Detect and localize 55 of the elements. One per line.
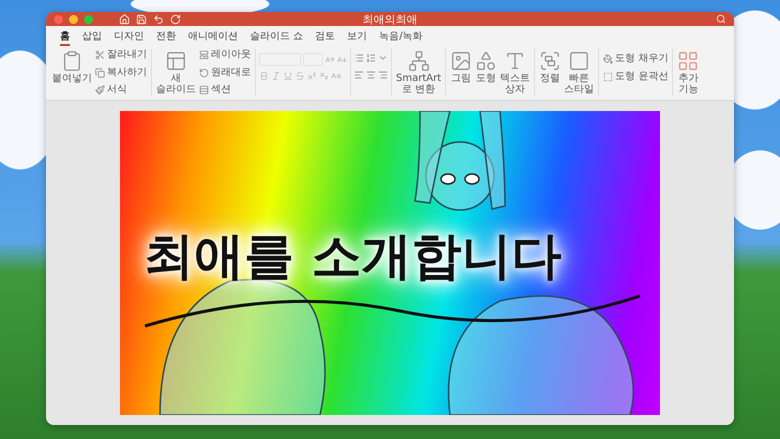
ribbon-button[interactable]: 잘라내기 (94, 49, 148, 61)
redo-icon[interactable] (170, 14, 181, 24)
ribbon-tab[interactable]: 전환 (156, 29, 176, 46)
ribbon-button[interactable]: 빠른 스타일 (563, 49, 596, 96)
section-icon (199, 85, 209, 95)
ribbon-button[interactable]: 도형 채우기 (602, 53, 670, 65)
ribbon-button[interactable]: 레이아웃 (198, 49, 252, 61)
grid-icon (677, 50, 700, 72)
undo-icon[interactable] (153, 14, 164, 24)
shapes-icon (475, 50, 498, 72)
ribbon-button[interactable]: 섹션 (198, 84, 252, 96)
ribbon-tab[interactable]: 검토 (315, 29, 336, 46)
minimize-button[interactable] (69, 14, 78, 24)
search-icon[interactable] (716, 14, 726, 24)
copy-icon (95, 68, 105, 78)
slide-icon (165, 50, 187, 72)
ribbon-button[interactable]: 새 슬라이드 (155, 49, 197, 96)
paint-bucket-icon (603, 54, 614, 64)
close-button[interactable] (54, 14, 63, 24)
ribbon-button[interactable]: 그림 (449, 49, 474, 96)
paintbrush-icon (95, 85, 105, 95)
ribbon-tab[interactable]: 녹음/녹화 (379, 29, 423, 46)
bullet-list-icon[interactable] (354, 53, 364, 63)
arrange-icon (539, 50, 562, 72)
ribbon-button[interactable]: 추가 기능 (676, 49, 700, 96)
ribbon-tab[interactable]: 디자인 (114, 29, 144, 46)
ribbon-button[interactable]: 도형 (474, 49, 498, 96)
home-icon[interactable] (119, 14, 130, 24)
scissors-icon (95, 50, 105, 60)
square-icon (568, 50, 590, 72)
ribbon-tab[interactable]: 삽입 (82, 29, 102, 46)
diagram-icon (408, 50, 430, 72)
align-left-icon[interactable] (354, 70, 364, 80)
ribbon-tab[interactable]: 보기 (347, 29, 368, 46)
picture-icon (450, 50, 472, 72)
numbered-list-icon[interactable] (366, 53, 376, 63)
align-center-icon[interactable] (366, 70, 376, 80)
ribbon-button[interactable]: 서식 (94, 84, 148, 96)
ribbon-button[interactable]: 도형 윤곽선 (602, 71, 670, 83)
ribbon-button[interactable]: 원래대로 (198, 66, 252, 78)
ribbon-button[interactable]: SmartArt 로 변환 (395, 49, 442, 96)
dashed-square-icon (603, 72, 614, 82)
align-right-icon[interactable] (378, 70, 388, 80)
ribbon-tab[interactable]: 애니메이션 (188, 29, 238, 46)
save-icon[interactable] (136, 14, 147, 24)
layout-icon (199, 50, 209, 60)
window-title: 최애의최애 (362, 12, 418, 26)
ribbon-button[interactable]: 복사하기 (94, 66, 148, 78)
ribbon-button[interactable]: 붙여넣기 (51, 49, 93, 96)
ribbon-tab[interactable]: 슬라이드 쇼 (250, 29, 304, 46)
clipboard-icon (61, 50, 83, 72)
zoom-button[interactable] (84, 14, 93, 24)
reset-icon (199, 68, 209, 78)
ribbon-button[interactable]: 텍스트 상자 (499, 49, 532, 96)
ribbon-button[interactable]: 정렬 (538, 49, 562, 96)
